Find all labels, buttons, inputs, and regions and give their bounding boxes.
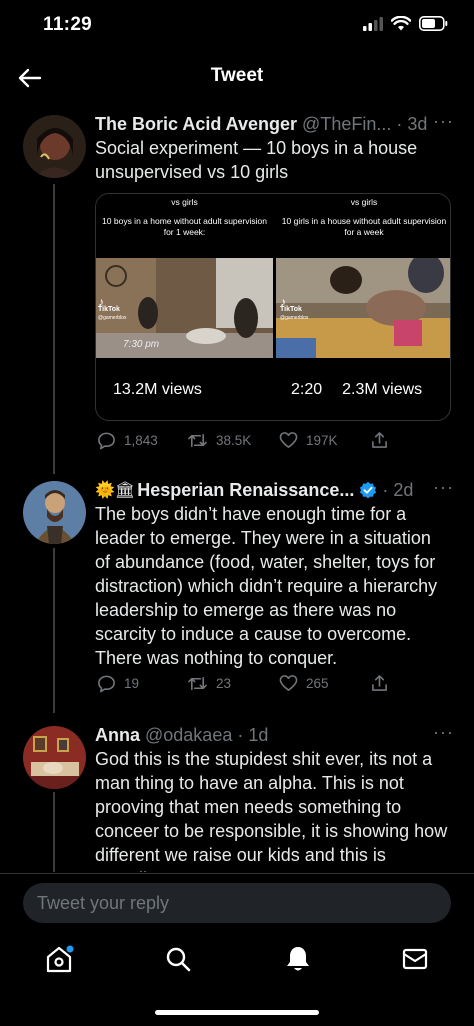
- view-count: 13.2M views: [113, 381, 202, 398]
- tab-home[interactable]: [43, 943, 75, 975]
- home-icon: [46, 945, 74, 973]
- tab-search[interactable]: [162, 943, 194, 975]
- tweet-header: Anna @odakaea · 1d ···: [95, 722, 454, 748]
- tweet-text: The boys didn’t have enough time for a l…: [95, 504, 438, 668]
- tweet-header: 🌞🏛 Hesperian Renaissance... · 2d ···: [95, 477, 454, 503]
- video-caption: vs girls 10 boys in a home without adult…: [96, 194, 273, 258]
- tweet-time: · 1d: [237, 724, 269, 745]
- tweet-actions: 1,843 38.5K 197K: [95, 431, 395, 455]
- video-caption: vs girls 10 girls in a house without adu…: [276, 194, 450, 258]
- retweet-count: 23: [216, 676, 232, 691]
- cellular-signal-icon: [363, 16, 383, 31]
- reply-button[interactable]: 1,843: [97, 431, 158, 450]
- home-indicator[interactable]: [155, 1010, 319, 1015]
- reply-count: 1,843: [124, 433, 158, 448]
- tweet[interactable]: 🌞🏛 Hesperian Renaissance... · 2d ··· The…: [0, 477, 474, 707]
- view-count: 2:20 2.3M views: [291, 381, 423, 398]
- heart-icon: [279, 432, 298, 448]
- share-icon: [372, 675, 387, 691]
- author-name[interactable]: Anna: [95, 725, 140, 746]
- like-button[interactable]: 265: [279, 674, 329, 692]
- verified-badge-icon: [360, 481, 377, 499]
- tiktok-watermark: ♪ TikTok @gamerblox: [280, 295, 309, 321]
- more-options-icon[interactable]: ···: [433, 477, 454, 498]
- retweet-button[interactable]: 38.5K: [187, 431, 251, 450]
- more-options-icon[interactable]: ···: [433, 111, 454, 132]
- share-icon: [372, 432, 387, 448]
- status-time: 11:29: [43, 14, 93, 35]
- video-timestamp: 7:30 pm: [123, 339, 160, 350]
- tweet-text: God this is the stupidest shit ever, its…: [95, 749, 448, 872]
- status-bar: 11:29: [0, 0, 474, 52]
- tweet-time: · 3d: [396, 113, 428, 134]
- reply-icon: [98, 432, 115, 450]
- battery-icon: [419, 16, 448, 31]
- tab-messages[interactable]: [399, 943, 431, 975]
- wifi-icon: [391, 16, 411, 31]
- author-handle[interactable]: @odakaea: [145, 725, 232, 746]
- page-title: Tweet: [210, 65, 264, 86]
- mail-icon: [402, 948, 428, 970]
- author-name[interactable]: Hesperian Renaissance...: [137, 480, 354, 501]
- status-icons: [363, 16, 448, 31]
- tab-notifications[interactable]: [282, 943, 314, 975]
- share-button[interactable]: [371, 431, 388, 449]
- avatar[interactable]: [23, 481, 86, 544]
- reply-button[interactable]: 19: [97, 674, 139, 693]
- search-icon: [166, 947, 191, 972]
- tweet[interactable]: Anna @odakaea · 1d ··· God this is the s…: [0, 722, 474, 872]
- media-grid: vs girls 10 boys in a home without adult…: [95, 193, 451, 421]
- tweet-actions: 19 23 265: [95, 674, 395, 698]
- author-name[interactable]: The Boric Acid Avenger: [95, 114, 297, 135]
- retweet-icon: [188, 433, 207, 448]
- reply-bar: Tweet your reply: [0, 873, 474, 935]
- like-count: 265: [306, 675, 329, 691]
- video-1[interactable]: vs girls 10 boys in a home without adult…: [96, 194, 273, 420]
- share-button[interactable]: [371, 674, 388, 692]
- tweet-text: Social experiment — 10 boys in a house u…: [95, 138, 418, 182]
- tweet-time: · 2d: [382, 479, 414, 500]
- tweet-header: The Boric Acid Avenger @TheFin... · 3d ·…: [95, 111, 454, 137]
- tab-bar: [0, 935, 474, 1026]
- author-handle[interactable]: @TheFin...: [302, 114, 391, 135]
- tweet[interactable]: The Boric Acid Avenger @TheFin... · 3d ·…: [0, 111, 474, 466]
- retweet-icon: [188, 676, 207, 691]
- header: Tweet: [0, 52, 474, 102]
- heart-icon: [279, 675, 298, 691]
- like-count: 197K: [306, 432, 338, 448]
- tiktok-watermark: ♪ TikTok @gamerblox: [98, 295, 127, 321]
- more-options-icon[interactable]: ···: [433, 722, 454, 743]
- video-duration: 2:20: [291, 381, 323, 398]
- retweet-count: 38.5K: [216, 433, 252, 448]
- reply-count: 19: [124, 676, 140, 691]
- author-emoji: 🌞🏛: [95, 482, 136, 499]
- reply-input[interactable]: Tweet your reply: [23, 883, 451, 923]
- like-button[interactable]: 197K: [279, 431, 338, 449]
- video-2[interactable]: vs girls 10 girls in a house without adu…: [276, 194, 450, 420]
- retweet-button[interactable]: 23: [187, 674, 231, 693]
- bell-icon: [287, 947, 309, 971]
- avatar[interactable]: [23, 726, 86, 789]
- avatar[interactable]: [23, 115, 86, 178]
- reply-icon: [98, 675, 115, 693]
